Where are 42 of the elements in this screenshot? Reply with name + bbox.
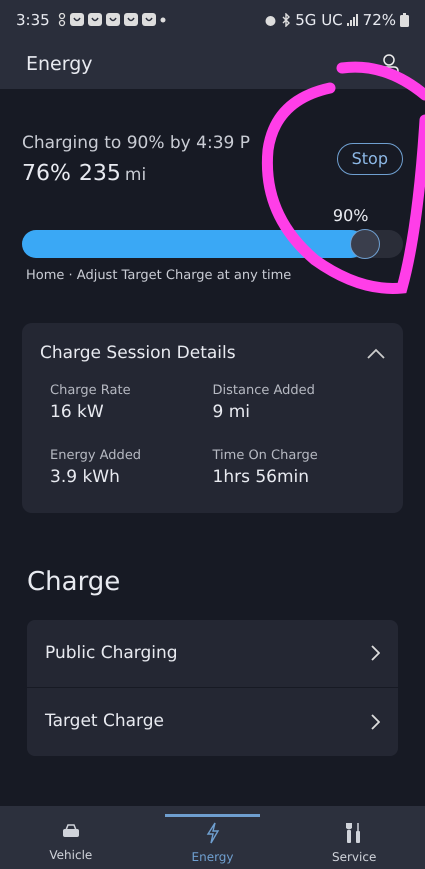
charge-note: Home · Adjust Target Charge at any time — [26, 266, 292, 284]
stat-value: 3.9 kWh — [50, 466, 121, 489]
app-notification-icon — [124, 12, 138, 28]
tab[interactable]: Service — [283, 806, 425, 869]
stop-button[interactable]: Stop — [336, 143, 403, 175]
dot-icon — [160, 17, 166, 23]
app-notification-icon — [70, 12, 84, 28]
tab[interactable]: Energy — [142, 806, 284, 869]
notification-icon — [58, 13, 66, 27]
car-icon — [60, 824, 81, 838]
stat-label: Charge Rate — [50, 382, 132, 400]
stat-value: 16 kW — [50, 401, 105, 424]
tab[interactable]: Vehicle — [0, 806, 142, 869]
stat-label: Time On Charge — [212, 446, 319, 464]
stat-value: 9 mi — [212, 401, 252, 424]
app-notification-icon — [88, 12, 102, 28]
signal-icon — [346, 14, 359, 26]
stat-label: Energy Added — [50, 446, 142, 464]
slider-thumb[interactable] — [350, 228, 380, 258]
bluetooth-icon — [281, 13, 292, 27]
battery-percent: 76% — [22, 160, 71, 188]
target-percent: 90% — [332, 204, 368, 226]
battery-icon — [400, 13, 409, 27]
network-label: 5G UC — [295, 10, 343, 31]
stat-label: Distance Added — [212, 382, 316, 400]
chevron-right-icon — [371, 645, 380, 662]
charging-status: Charging to 90% by 4:39 P — [22, 132, 250, 155]
card-title: Charge Session Details — [40, 342, 236, 365]
range-unit: mi — [124, 164, 146, 186]
section-title: Charge — [27, 566, 122, 598]
battery-percent: 72% — [362, 10, 396, 31]
list-item[interactable]: Public Charging — [27, 620, 398, 687]
clock-time: 3:35 — [16, 10, 50, 31]
list-item[interactable]: Target Charge — [27, 688, 398, 756]
chevron-up-icon[interactable] — [367, 348, 385, 360]
app-notification-icon — [142, 12, 156, 28]
alarm-icon — [264, 14, 278, 26]
chevron-right-icon — [371, 714, 380, 730]
page-title: Energy — [26, 52, 93, 78]
app-notification-icon — [106, 12, 120, 28]
range-value: 235 — [78, 160, 121, 188]
stat-value: 1hrs 56min — [212, 466, 310, 489]
